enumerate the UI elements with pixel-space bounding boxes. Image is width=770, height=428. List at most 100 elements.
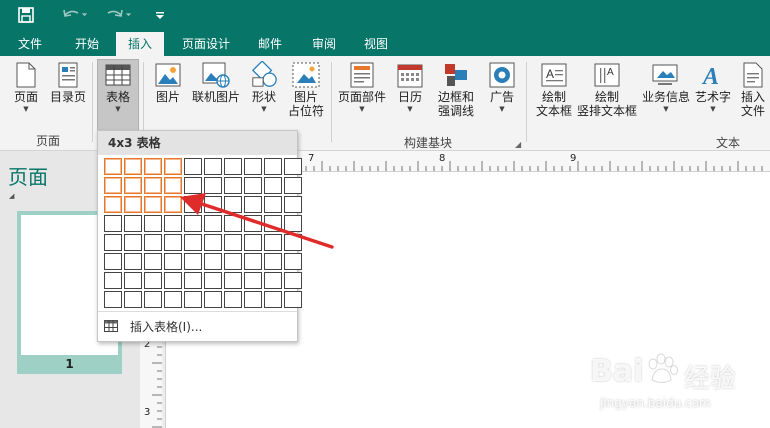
table-grid-cell[interactable]: [164, 272, 182, 289]
online-picture-button[interactable]: 联机图片: [190, 60, 242, 104]
table-grid-cell[interactable]: [204, 158, 222, 175]
table-grid-cell[interactable]: [164, 253, 182, 270]
table-grid-cell[interactable]: [284, 253, 302, 270]
table-grid-cell[interactable]: [264, 272, 282, 289]
table-grid-cell-selected[interactable]: [124, 196, 142, 213]
table-grid-cell[interactable]: [104, 272, 122, 289]
tab-insert[interactable]: 插入: [116, 32, 164, 56]
page-parts-icon: [348, 60, 376, 90]
page-parts-button[interactable]: 页面部件 ▼: [336, 60, 388, 114]
table-grid-cell[interactable]: [204, 253, 222, 270]
table-grid-cell[interactable]: [124, 234, 142, 251]
collapse-icon[interactable]: ◢: [9, 192, 14, 200]
undo-icon[interactable]: [58, 4, 94, 26]
table-grid-cell[interactable]: [264, 291, 282, 308]
table-grid-cell[interactable]: [104, 253, 122, 270]
table-grid-cell-selected[interactable]: [104, 158, 122, 175]
wordart-icon: A: [699, 60, 727, 90]
table-grid-cell-selected[interactable]: [104, 196, 122, 213]
table-grid-cell[interactable]: [224, 272, 242, 289]
table-grid-cell-selected[interactable]: [124, 158, 142, 175]
group-separator: [92, 62, 93, 142]
table-grid-cell-selected[interactable]: [164, 158, 182, 175]
insert-file-button[interactable]: 插入 文件: [736, 60, 770, 118]
table-grid-cell[interactable]: [184, 253, 202, 270]
table-grid-cell-selected[interactable]: [124, 177, 142, 194]
ruler-label: 3: [144, 407, 151, 418]
table-grid-cell[interactable]: [124, 215, 142, 232]
table-grid-cell[interactable]: [184, 158, 202, 175]
redo-icon[interactable]: [102, 4, 138, 26]
page-button[interactable]: 页面 ▼: [8, 60, 44, 114]
table-grid-cell[interactable]: [204, 291, 222, 308]
table-grid-cell[interactable]: [144, 215, 162, 232]
wordart-button[interactable]: A 艺术字 ▼: [694, 60, 732, 114]
insert-table-menu-item[interactable]: 插入表格(I)...: [104, 317, 202, 335]
table-grid-cell-selected[interactable]: [104, 177, 122, 194]
calendar-button[interactable]: 日历 ▼: [392, 60, 428, 114]
table-grid-cell[interactable]: [244, 291, 262, 308]
catalog-page-button[interactable]: 目录页: [48, 60, 88, 104]
dropdown-arrow-icon: ▼: [663, 105, 669, 113]
table-grid-cell[interactable]: [284, 291, 302, 308]
calendar-label: 日历: [397, 90, 422, 104]
textbox-icon: A: [540, 60, 568, 90]
table-grid-cell[interactable]: [124, 272, 142, 289]
tab-page-design[interactable]: 页面设计: [172, 32, 240, 56]
tab-view[interactable]: 视图: [354, 32, 398, 56]
table-grid-cell[interactable]: [104, 234, 122, 251]
table-grid-cell[interactable]: [264, 158, 282, 175]
table-grid-cell-selected[interactable]: [144, 158, 162, 175]
tab-review[interactable]: 审阅: [302, 32, 346, 56]
table-grid-cell[interactable]: [184, 272, 202, 289]
table-grid-cell[interactable]: [244, 272, 262, 289]
watermark-brand: Bai: [590, 354, 644, 389]
vertical-textbox-button[interactable]: A 绘制 竖排文本框: [577, 60, 637, 118]
table-grid-cell[interactable]: [224, 158, 242, 175]
table-grid-cell[interactable]: [264, 253, 282, 270]
table-grid-cell[interactable]: [144, 272, 162, 289]
table-grid-cell[interactable]: [244, 158, 262, 175]
tab-file[interactable]: 文件: [8, 32, 52, 56]
save-icon[interactable]: [14, 4, 38, 26]
draw-textbox-button[interactable]: A 绘制 文本框: [532, 60, 576, 118]
dropdown-arrow-icon: ▼: [407, 105, 413, 113]
table-grid-cell[interactable]: [144, 253, 162, 270]
table-grid-cell[interactable]: [184, 291, 202, 308]
customize-qat-icon[interactable]: [152, 4, 168, 26]
table-grid-cell[interactable]: [204, 272, 222, 289]
group-separator: [526, 62, 527, 142]
table-grid-cell[interactable]: [144, 291, 162, 308]
borders-accents-button[interactable]: 边框和 强调线: [432, 60, 480, 118]
dropdown-arrow-icon: ▼: [23, 105, 29, 113]
annotation-arrow: [180, 193, 334, 249]
tab-home[interactable]: 开始: [64, 32, 110, 56]
picture-button[interactable]: 图片: [150, 60, 186, 104]
table-grid-cell[interactable]: [224, 291, 242, 308]
table-grid-cell[interactable]: [164, 291, 182, 308]
picture-placeholder-button[interactable]: 图片 占位符: [286, 60, 326, 118]
dropdown-arrow-icon: ▼: [261, 105, 267, 113]
group-separator: [331, 62, 332, 142]
wordart-label: 艺术字: [694, 90, 731, 104]
table-grid-cell[interactable]: [244, 253, 262, 270]
table-grid-cell[interactable]: [124, 253, 142, 270]
paw-icon: [644, 352, 680, 391]
pages-panel-title: 页面: [8, 165, 48, 189]
table-grid-cell[interactable]: [104, 215, 122, 232]
shapes-button[interactable]: 形状 ▼: [246, 60, 282, 114]
borders-label-line2: 强调线: [437, 104, 474, 118]
table-grid-cell[interactable]: [284, 158, 302, 175]
table-grid-cell-selected[interactable]: [144, 196, 162, 213]
dialog-launcher-icon[interactable]: ◢: [515, 140, 521, 149]
ad-button[interactable]: 广告 ▼: [484, 60, 520, 114]
table-grid-cell[interactable]: [224, 253, 242, 270]
table-grid-cell[interactable]: [124, 291, 142, 308]
table-button[interactable]: 表格 ▼: [97, 59, 139, 131]
table-grid-cell[interactable]: [144, 234, 162, 251]
table-grid-cell-selected[interactable]: [144, 177, 162, 194]
business-info-button[interactable]: 业务信息 ▼: [640, 60, 692, 114]
tab-mailings[interactable]: 邮件: [248, 32, 292, 56]
table-grid-cell[interactable]: [284, 272, 302, 289]
table-grid-cell[interactable]: [104, 291, 122, 308]
